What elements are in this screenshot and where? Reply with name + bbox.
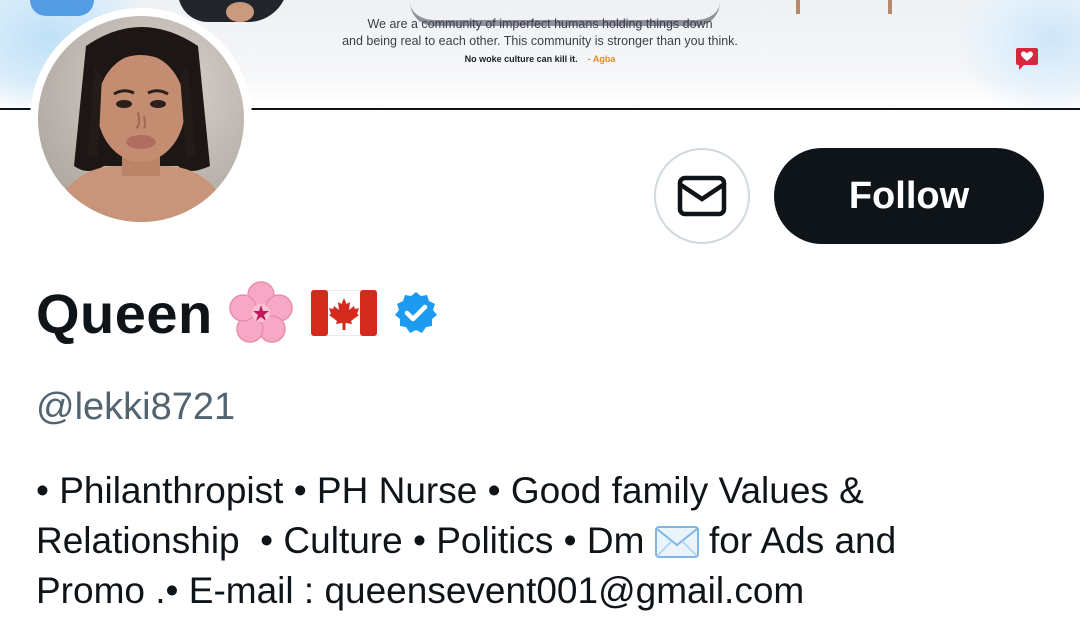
display-name: Queen xyxy=(36,281,213,345)
cherry-blossom-icon xyxy=(229,281,293,343)
profile-name: Queen xyxy=(36,278,439,348)
banner-figure-hand xyxy=(226,2,254,22)
banner-tagline: No woke culture can kill it. - Agba xyxy=(300,51,780,68)
banner-quote-line: We are a community of imperfect humans h… xyxy=(367,17,713,31)
bio-line-segment: Relationship • Culture • Politics • Dm xyxy=(36,520,655,561)
verified-badge-icon[interactable] xyxy=(393,290,439,336)
bio-line: • Philanthropist • PH Nurse • Good famil… xyxy=(36,470,864,511)
heart-badge-icon xyxy=(1016,48,1038,70)
avatar[interactable] xyxy=(30,8,252,230)
banner-quote: We are a community of imperfect humans h… xyxy=(300,16,780,68)
banner-figure-leg xyxy=(796,0,800,14)
envelope-icon xyxy=(677,175,727,217)
bio-line-segment: for Ads and xyxy=(698,520,897,561)
profile-handle: @lekki8721 xyxy=(36,386,236,428)
bio-line: Promo .• E-mail : queensevent001@gmail.c… xyxy=(36,570,805,611)
banner-author: - Agba xyxy=(587,54,616,64)
canada-flag-icon xyxy=(310,290,377,336)
message-button[interactable] xyxy=(654,148,750,244)
banner-figure-leg xyxy=(888,0,892,14)
banner-quote-line: and being real to each other. This commu… xyxy=(342,34,738,48)
bio-line: Relationship • Culture • Politics • Dm f… xyxy=(36,516,1066,566)
avatar-photo xyxy=(38,16,244,222)
follow-button[interactable]: Follow xyxy=(774,148,1044,244)
envelope-emoji-icon xyxy=(654,526,699,558)
banner-blue-shape xyxy=(30,0,94,16)
profile-bio: • Philanthropist • PH Nurse • Good famil… xyxy=(36,466,1066,616)
banner-tagline-text: No woke culture can kill it. xyxy=(464,54,578,64)
